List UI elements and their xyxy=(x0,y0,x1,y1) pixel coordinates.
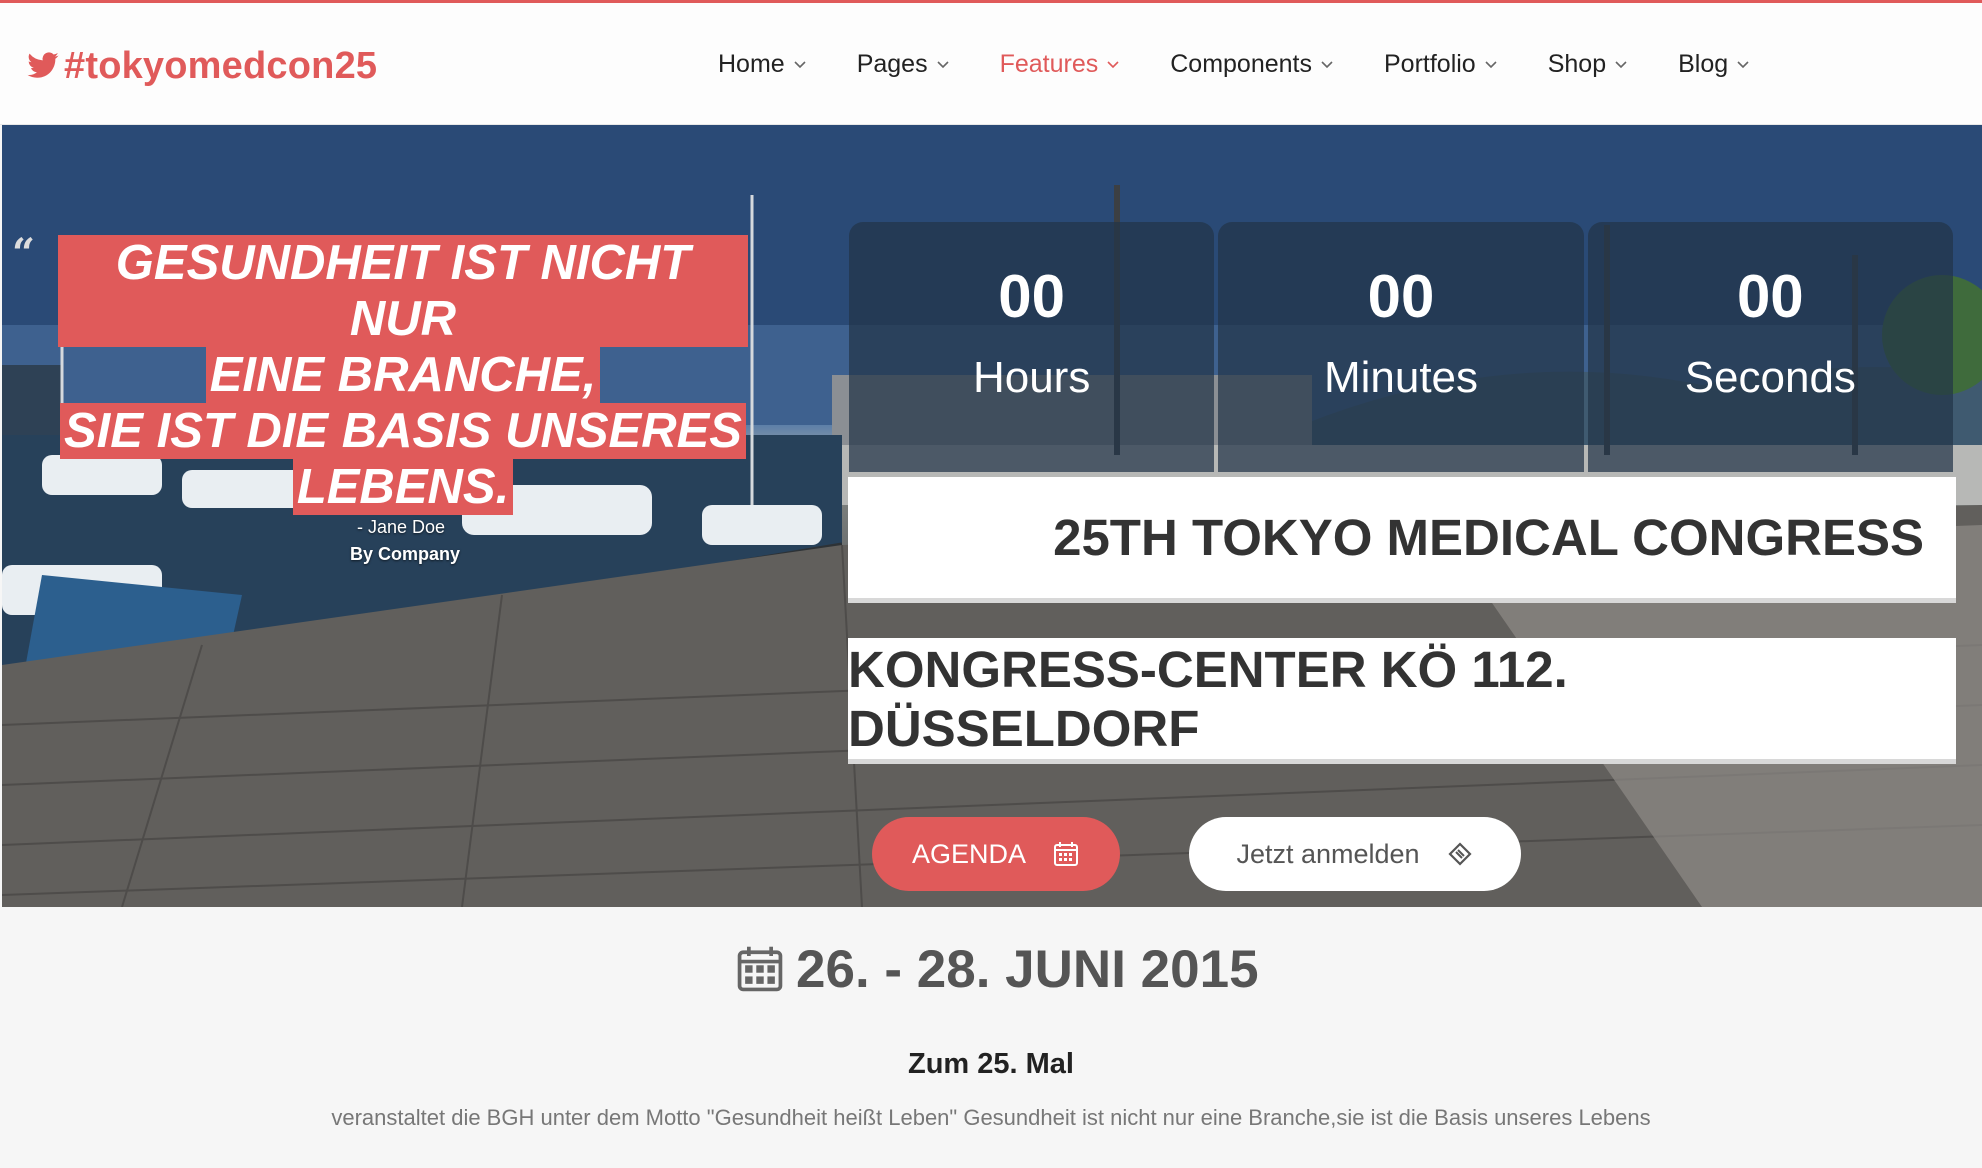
event-description: veranstaltet die BGH unter dem Motto "Ge… xyxy=(331,1105,1651,1130)
nav-item-home[interactable]: Home xyxy=(718,50,807,79)
countdown-value: 00 xyxy=(998,263,1066,330)
event-date-text: 26. - 28. JUNI 2015 xyxy=(796,939,1259,999)
brand-logo[interactable]: #tokyomedcon25 xyxy=(26,41,377,91)
nav-label: Pages xyxy=(856,49,928,78)
countdown-seconds: 00 Seconds xyxy=(1587,222,1953,472)
countdown-value: 00 xyxy=(1367,263,1435,330)
quote-author: - Jane Doe xyxy=(357,517,446,537)
hero-section: “ Gesundheit ist nicht nur eine Branche,… xyxy=(2,125,1982,907)
chevron-down-icon xyxy=(794,61,806,69)
quote-line: Gesundheit ist nicht nur xyxy=(58,235,748,347)
chevron-down-icon xyxy=(1737,61,1749,69)
countdown-label: Hours xyxy=(972,353,1091,402)
agenda-button-label: AGENDA xyxy=(911,838,1027,869)
nav-label: Components xyxy=(1170,49,1312,78)
nav-label: Home xyxy=(718,49,785,78)
twitter-bird-icon xyxy=(27,52,59,78)
nav-label: Features xyxy=(999,49,1099,78)
hero-quote: Gesundheit ist nicht nur eine Branche, s… xyxy=(58,235,748,515)
agenda-button[interactable]: AGENDA xyxy=(872,817,1120,891)
event-date: 26. - 28. JUNI 2015 xyxy=(734,937,1259,1001)
page: #tokyomedcon25 Home Pages Features Compo… xyxy=(0,0,1982,1168)
navbar: #tokyomedcon25 Home Pages Features Compo… xyxy=(0,3,1982,125)
nav-item-components[interactable]: Components xyxy=(1170,50,1334,79)
chevron-down-icon xyxy=(1615,61,1627,69)
nav-item-features[interactable]: Features xyxy=(1000,50,1121,79)
quote-mark: “ xyxy=(12,230,36,277)
nav-label: Blog xyxy=(1678,49,1729,78)
nav-item-blog[interactable]: Blog xyxy=(1678,50,1750,79)
congress-title: 25TH TOKYO MEDICAL CONGRESS xyxy=(848,477,1956,603)
chevron-down-icon xyxy=(937,61,949,69)
event-subhead: Zum 25. Mal xyxy=(908,1048,1074,1080)
quote-line: sie ist die Basis unseres xyxy=(60,403,746,459)
nav-item-shop[interactable]: Shop xyxy=(1548,50,1628,79)
brand-text: #tokyomedcon25 xyxy=(64,44,378,87)
register-button-label: Jetzt anmelden xyxy=(1236,838,1420,869)
nav-label: Shop xyxy=(1547,49,1607,78)
quote-line: Lebens. xyxy=(292,459,514,515)
quote-company: By Company xyxy=(350,544,461,564)
calendar-icon xyxy=(1054,842,1079,866)
register-button[interactable]: Jetzt anmelden xyxy=(1189,817,1521,891)
nav-label: Portfolio xyxy=(1384,49,1476,78)
congress-venue: KONGRESS-CENTER KÖ 112. DÜSSELDORF xyxy=(848,638,1956,764)
quote-line: eine Branche, xyxy=(205,347,601,403)
ticket-icon xyxy=(1447,842,1472,866)
chevron-down-icon xyxy=(1107,61,1119,69)
nav-item-pages[interactable]: Pages xyxy=(857,50,950,79)
chevron-down-icon xyxy=(1321,61,1333,69)
countdown-minutes: 00 Minutes xyxy=(1218,222,1584,472)
nav-item-portfolio[interactable]: Portfolio xyxy=(1384,50,1498,79)
calendar-icon xyxy=(737,946,783,992)
countdown-label: Minutes xyxy=(1323,353,1479,402)
chevron-down-icon xyxy=(1485,61,1497,69)
countdown-label: Seconds xyxy=(1684,353,1856,402)
main-nav: Home Pages Features Components Portfolio… xyxy=(718,43,1800,85)
countdown-value: 00 xyxy=(1736,263,1804,330)
countdown-timer: 00 Hours 00 Minutes 00 Seconds xyxy=(849,222,1957,472)
countdown-hours: 00 Hours xyxy=(849,222,1215,472)
